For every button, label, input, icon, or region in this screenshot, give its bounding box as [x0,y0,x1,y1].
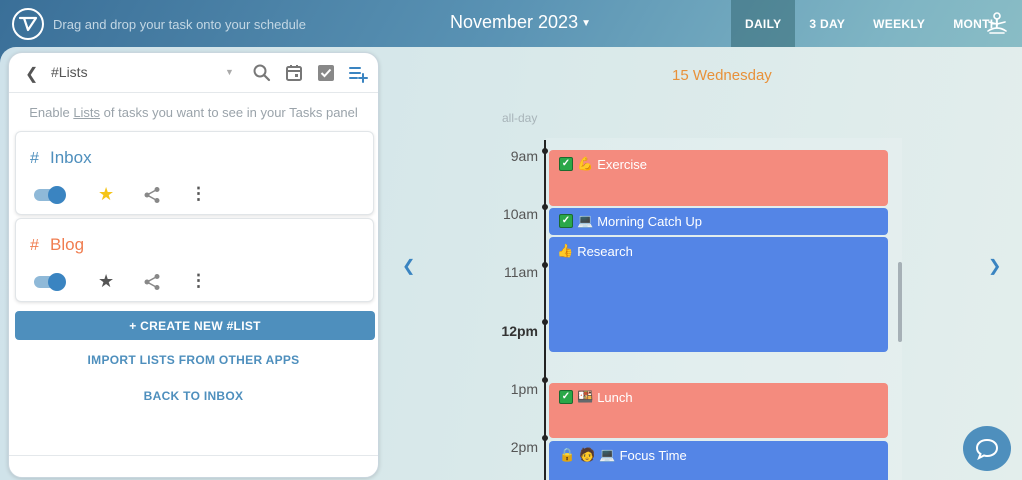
back-arrow-icon[interactable]: ❮ [25,64,38,84]
time-marker [542,148,548,154]
event-focus-time[interactable]: 🔒 🧑 💻 Focus Time [549,441,888,480]
time-label: 2pm [510,439,538,455]
share-icon[interactable] [143,273,161,291]
event-morning-catch-up[interactable]: ✓ 💻 Morning Catch Up [549,208,888,235]
more-vert-icon[interactable]: ⋮ [190,184,207,204]
bento-icon: 🍱 [577,389,594,404]
top-header: Drag and drop your task onto your schedu… [0,0,1022,48]
lock-icon: 🔒 [559,447,576,462]
time-label: 9am [510,148,538,164]
star-icon[interactable]: ★ [98,271,114,292]
time-marker [542,377,548,383]
calendar-icon[interactable] [284,63,304,83]
time-marker [542,262,548,268]
event-title: Focus Time [619,447,687,463]
panel-title: #Lists [51,64,88,80]
list-card-inbox[interactable]: # Inbox ★ ⋮ [15,131,374,215]
hash-icon: # [30,237,39,254]
tab-3day[interactable]: 3 DAY [795,0,859,47]
panel-hint: Enable Lists of tasks you want to see in… [29,105,358,120]
time-label: 11am [504,264,538,280]
event-title: Lunch [597,389,633,405]
list-name: Inbox [50,148,92,167]
scrollbar[interactable] [898,262,902,342]
prev-day-icon[interactable]: ❮ [402,256,415,276]
month-selector[interactable]: November 2023 ▼ [450,12,591,33]
thumbs-up-icon: 👍 [557,243,574,258]
divider [9,455,378,456]
person-icon: 🧑 [579,447,596,462]
time-label: 1pm [510,381,538,397]
tab-daily[interactable]: DAILY [731,0,796,47]
time-axis [544,140,546,480]
list-name: Blog [50,235,85,254]
check-icon: ✓ [559,390,573,404]
chat-button[interactable] [963,426,1011,471]
muscle-icon: 💪 [577,156,594,171]
event-research[interactable]: 👍 Research [549,237,888,352]
event-lunch[interactable]: ✓ 🍱 Lunch [549,383,888,438]
list-toggle[interactable] [34,186,66,204]
view-tabs: DAILY 3 DAY WEEKLY MONTH [731,0,1013,47]
add-list-icon[interactable] [348,63,368,83]
check-icon: ✓ [559,157,573,171]
lists-link[interactable]: Lists [73,105,100,120]
laptop-icon: 💻 [599,447,616,462]
event-exercise[interactable]: ✓ 💪 Exercise [549,150,888,206]
share-icon[interactable] [143,186,161,204]
chevron-down-icon: ▼ [581,17,591,29]
chat-bubble-icon [975,438,999,460]
meditation-icon[interactable] [984,11,1010,37]
day-title: 15 Wednesday [672,67,772,84]
time-marker [542,204,548,210]
back-to-inbox-button[interactable]: BACK TO INBOX [9,389,378,403]
list-card-blog[interactable]: # Blog ★ ⋮ [15,218,374,302]
check-icon: ✓ [559,214,573,228]
create-list-button[interactable]: + CREATE NEW #LIST [15,311,375,340]
checkbox-icon[interactable] [316,63,336,83]
event-title: Morning Catch Up [597,213,702,229]
dropdown-caret-icon[interactable]: ▼ [225,67,234,77]
time-label: 12pm [501,323,538,339]
event-title: Research [577,243,633,259]
month-label: November 2023 [450,12,579,32]
list-toggle[interactable] [34,273,66,291]
next-day-icon[interactable]: ❯ [988,256,1001,276]
laptop-icon: 💻 [577,213,594,228]
search-icon[interactable] [252,63,272,83]
app-logo-icon[interactable] [12,8,44,40]
hash-icon: # [30,150,39,167]
panel-toolbar: ❮ #Lists ▼ [9,53,378,93]
star-icon[interactable]: ★ [98,184,114,205]
event-title: Exercise [597,156,648,172]
drag-hint: Drag and drop your task onto your schedu… [53,17,306,32]
time-label: 10am [502,206,538,222]
time-marker [542,435,548,441]
lists-panel: ❮ #Lists ▼ Enable Lists of tasks you wan… [8,52,379,478]
time-marker [542,319,548,325]
more-vert-icon[interactable]: ⋮ [190,271,207,291]
tab-weekly[interactable]: WEEKLY [859,0,939,47]
all-day-label: all-day [502,111,538,125]
import-lists-button[interactable]: IMPORT LISTS FROM OTHER APPS [9,353,378,367]
